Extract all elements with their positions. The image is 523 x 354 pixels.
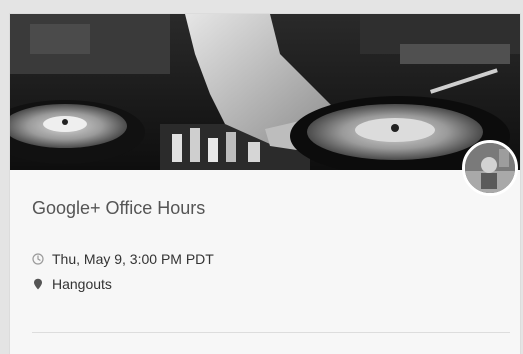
clock-icon <box>32 253 44 265</box>
card-divider <box>32 332 510 333</box>
event-datetime: Thu, May 9, 3:00 PM PDT <box>52 251 214 267</box>
avatar-photo <box>465 143 515 193</box>
host-avatar[interactable] <box>462 140 518 196</box>
event-title[interactable]: Google+ Office Hours <box>32 198 205 219</box>
event-location-row: Hangouts <box>32 276 112 292</box>
location-pin-icon <box>32 278 44 290</box>
event-card[interactable]: Google+ Office Hours Thu, May 9, 3:00 PM… <box>10 14 520 354</box>
event-datetime-row: Thu, May 9, 3:00 PM PDT <box>32 251 214 267</box>
event-cover-image <box>10 14 520 170</box>
event-location[interactable]: Hangouts <box>52 276 112 292</box>
dj-turntable-photo <box>10 14 520 170</box>
